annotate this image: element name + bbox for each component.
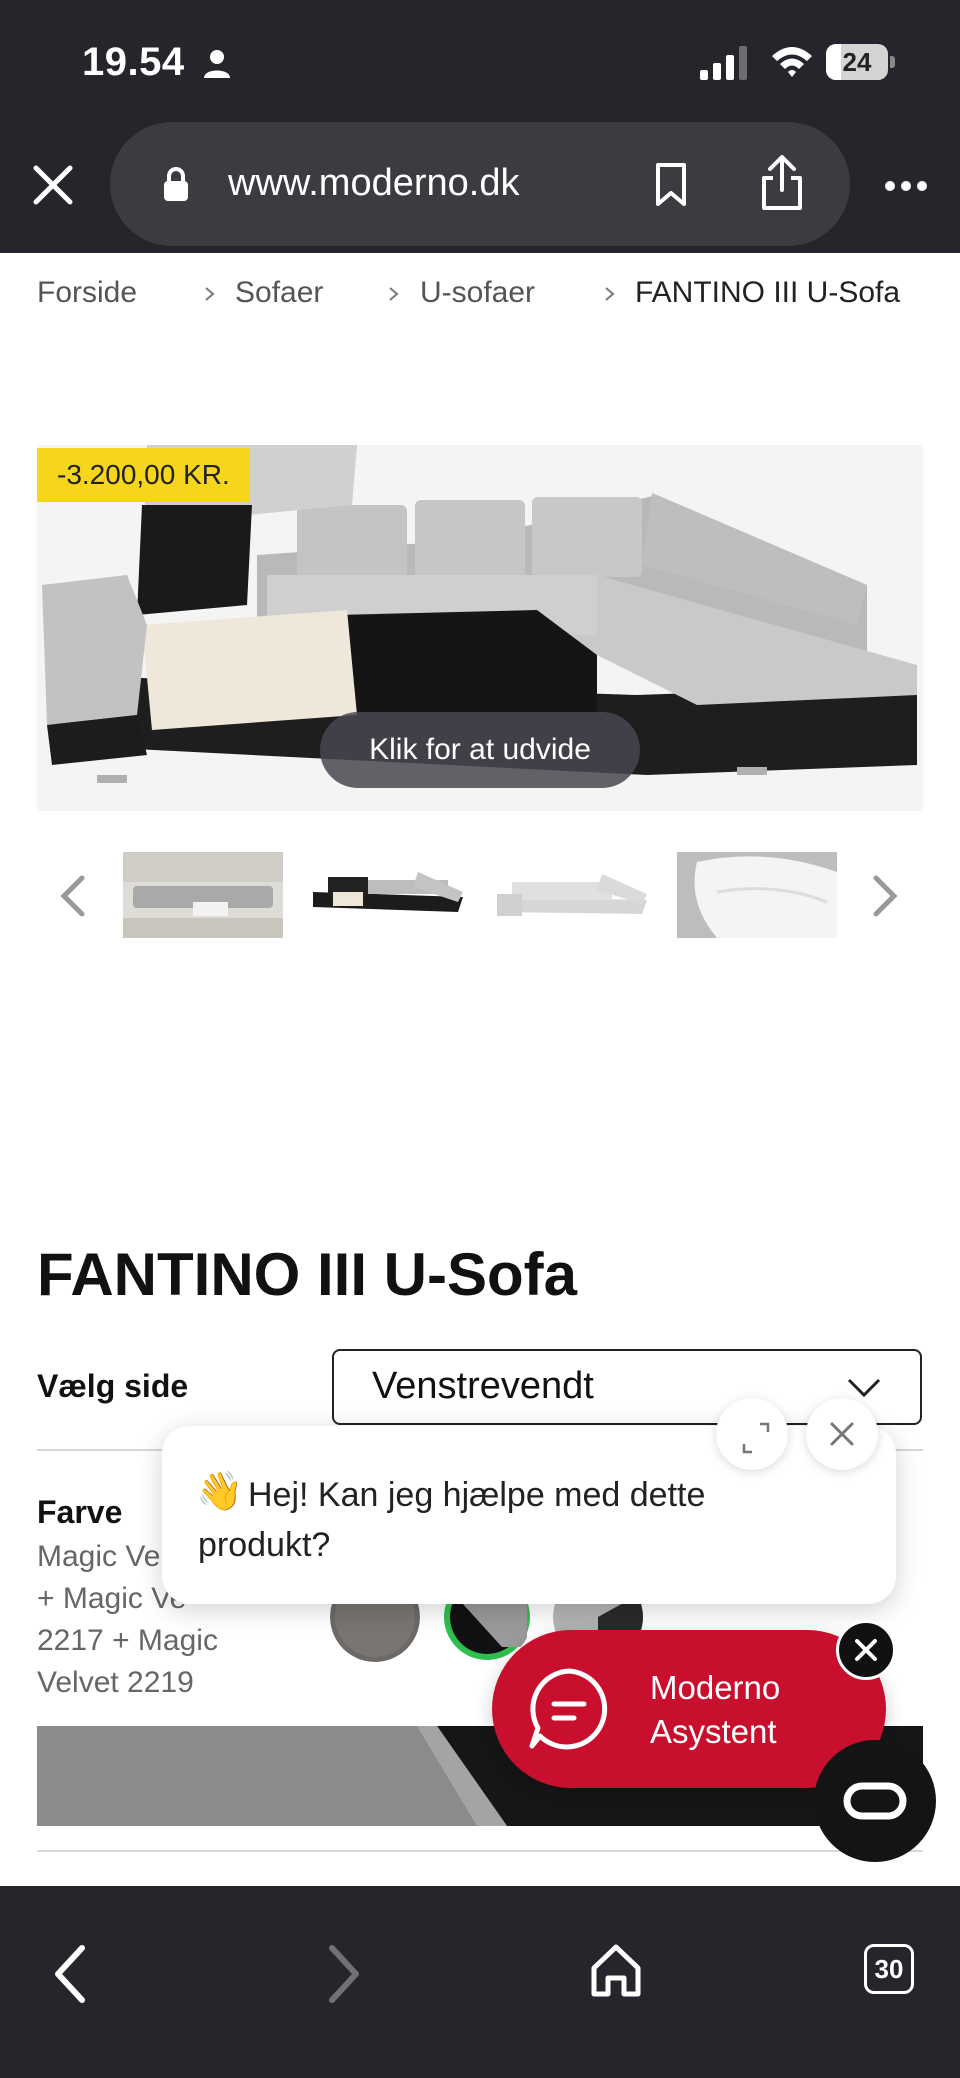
browser-toolbar: 30 <box>0 1886 960 2078</box>
breadcrumb-u-sofaer[interactable]: U-sofaer <box>420 276 535 310</box>
thumbnail-2[interactable] <box>308 852 468 938</box>
forward-icon[interactable] <box>322 1942 366 2006</box>
back-icon[interactable] <box>48 1942 92 2006</box>
divider <box>37 1850 923 1852</box>
tabs-button[interactable]: 30 <box>864 1944 914 1994</box>
chevron-right-icon <box>605 287 615 301</box>
expand-image-hint[interactable]: Klik for at udvide <box>320 712 640 788</box>
cookie-icon <box>843 1782 907 1820</box>
home-icon[interactable] <box>588 1942 644 2000</box>
thumbnail-1[interactable] <box>123 852 283 938</box>
side-select-value: Venstrevendt <box>372 1365 594 1407</box>
lock-icon <box>164 167 188 201</box>
share-icon[interactable] <box>758 154 806 212</box>
breadcrumb-forside[interactable]: Forside <box>37 276 137 310</box>
chevron-right-icon <box>389 287 399 301</box>
chevron-right-icon <box>205 287 215 301</box>
status-time: 19.54 <box>82 40 185 84</box>
expand-icon <box>742 1422 770 1454</box>
bookmark-icon[interactable] <box>654 162 688 208</box>
wifi-icon <box>772 47 812 77</box>
chevron-left-icon[interactable] <box>56 872 92 920</box>
close-icon[interactable] <box>28 160 78 210</box>
product-title: FANTINO III U-Sofa <box>37 1241 577 1308</box>
chat-close-button[interactable] <box>806 1398 878 1470</box>
breadcrumb-sofaer[interactable]: Sofaer <box>235 276 323 310</box>
cookie-consent-button[interactable] <box>814 1740 936 1862</box>
chevron-down-icon <box>847 1378 881 1398</box>
chat-expand-button[interactable] <box>716 1398 788 1470</box>
person-icon <box>204 50 230 78</box>
chat-greeting-text: Hej! Kan jeg hjælpe med dette produkt? <box>198 1476 706 1564</box>
close-icon <box>855 1639 877 1661</box>
assistant-close-button[interactable] <box>836 1620 896 1680</box>
battery-level: 24 <box>842 47 872 77</box>
address-bar[interactable]: www.moderno.dk <box>110 122 850 246</box>
close-icon <box>830 1422 854 1446</box>
breadcrumb: Forside Sofaer U-sofaer FANTINO III U-So… <box>37 276 927 316</box>
chat-icon <box>529 1668 608 1750</box>
side-label: Vælg side <box>37 1368 189 1404</box>
discount-badge: -3.200,00 KR. <box>37 448 250 502</box>
browser-chrome: 19.54 24 www.moderno.dk <box>0 0 960 253</box>
color-label: Farve <box>37 1494 123 1530</box>
more-options-icon[interactable] <box>884 180 928 192</box>
breadcrumb-current: FANTINO III U-Sofa <box>635 276 901 309</box>
thumbnail-4[interactable] <box>677 852 837 938</box>
cellular-signal-icon <box>700 46 747 80</box>
url-text: www.moderno.dk <box>228 162 520 204</box>
battery-indicator: 24 <box>826 44 896 80</box>
thumbnail-3[interactable] <box>492 852 652 938</box>
chevron-right-icon[interactable] <box>866 872 902 920</box>
